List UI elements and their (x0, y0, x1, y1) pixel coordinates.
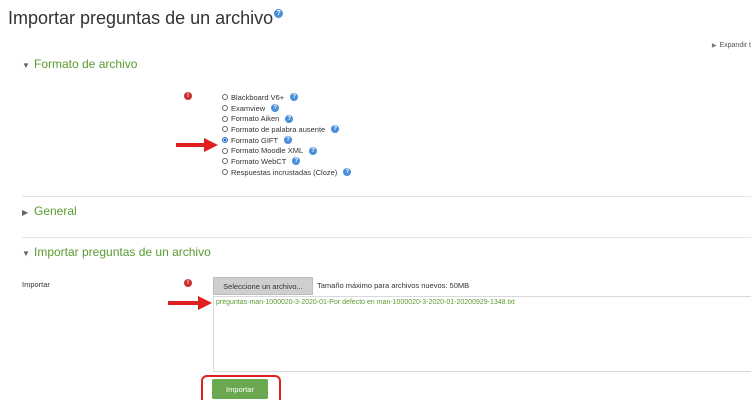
expand-all-label: Expandir t (719, 42, 751, 49)
section-title: Formato de archivo (34, 57, 138, 71)
chevron-down-icon: ▼ (22, 61, 30, 70)
import-field-label: Importar (22, 280, 50, 289)
radio-button[interactable] (222, 158, 228, 165)
page-title: Importar preguntas de un archivo? (8, 8, 284, 29)
file-drop-area[interactable]: preguntas-man-1000020-3-2020-01-Por defe… (213, 296, 751, 372)
radio-button[interactable] (222, 94, 228, 101)
help-icon[interactable]: ? (271, 104, 280, 113)
format-option-label: Formato de palabra ausente (231, 124, 326, 134)
format-option-label: Respuestas incrustadas (Cloze) (231, 167, 338, 177)
help-icon[interactable]: ? (274, 9, 284, 18)
required-icon: ! (184, 279, 192, 287)
format-option[interactable]: Formato Moodle XML? (222, 145, 351, 156)
radio-button[interactable] (222, 137, 228, 144)
max-file-size-text: Tamaño máximo para archivos nuevos: 50MB (317, 281, 470, 290)
format-option[interactable]: Formato Aiken? (222, 113, 351, 124)
format-option-label: Formato Aiken (231, 114, 280, 124)
selected-file-name[interactable]: preguntas-man-1000020-3-2020-01-Por defe… (216, 299, 515, 306)
import-submit-button[interactable]: Importar (212, 379, 268, 399)
chevron-down-icon: ▼ (22, 249, 30, 258)
choose-file-button[interactable]: Seleccione un archivo... (213, 277, 313, 295)
format-option-label: Formato GIFT (231, 135, 279, 145)
format-option-label: Examview (231, 103, 266, 113)
help-icon[interactable]: ? (290, 93, 299, 102)
divider (22, 196, 751, 197)
format-option[interactable]: Formato de palabra ausente? (222, 124, 351, 135)
help-icon[interactable]: ? (343, 168, 352, 177)
section-header-general[interactable]: ▶ General (22, 204, 77, 218)
help-icon[interactable]: ? (309, 146, 318, 155)
format-option-label: Formato Moodle XML (231, 146, 304, 156)
format-option[interactable]: Formato WebCT? (222, 156, 351, 167)
required-icon: ! (184, 92, 192, 100)
format-option-label: Blackboard V6+ (231, 92, 285, 102)
red-arrow-annotation (176, 138, 218, 152)
file-format-radio-group: Blackboard V6+? Examview? Formato Aiken? Fo… (222, 92, 352, 178)
radio-button[interactable] (222, 169, 228, 176)
section-title: Importar preguntas de un archivo (34, 245, 211, 259)
help-icon[interactable]: ? (292, 157, 301, 166)
help-icon[interactable]: ? (285, 114, 294, 123)
radio-button[interactable] (222, 126, 228, 133)
expand-all-link[interactable]: ▶ Expandir t (712, 42, 751, 49)
radio-button[interactable] (222, 115, 228, 122)
divider (22, 237, 751, 238)
section-title: General (34, 204, 77, 218)
format-option[interactable]: Examview? (222, 103, 351, 114)
radio-button[interactable] (222, 105, 228, 112)
radio-button[interactable] (222, 147, 228, 154)
section-header-file-format[interactable]: ▼ Formato de archivo (22, 57, 137, 71)
chevron-right-icon: ▶ (22, 208, 29, 217)
format-option-label: Formato WebCT (231, 156, 287, 166)
format-option[interactable]: Respuestas incrustadas (Cloze)? (222, 167, 352, 178)
red-arrow-annotation (168, 296, 212, 310)
page-title-text: Importar preguntas de un archivo (8, 8, 274, 28)
help-icon[interactable]: ? (331, 125, 340, 134)
section-header-import[interactable]: ▼ Importar preguntas de un archivo (22, 245, 211, 259)
format-option[interactable]: Blackboard V6+? (222, 92, 351, 103)
triangle-right-icon: ▶ (711, 43, 717, 49)
format-option[interactable]: Formato GIFT? (222, 135, 351, 146)
help-icon[interactable]: ? (284, 136, 293, 145)
